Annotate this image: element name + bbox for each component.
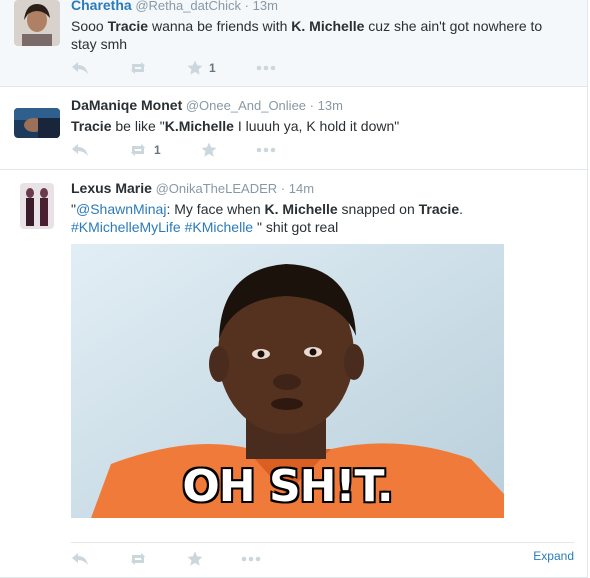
highlight-term: K.Michelle xyxy=(164,118,234,134)
tweet-header: Charetha @Retha_datChick · 13m xyxy=(71,0,278,13)
highlight-term: K. Michelle xyxy=(291,18,365,34)
timestamp[interactable]: 13m xyxy=(318,98,343,113)
tweet-text: Tracie be like "K.Michelle I luuuh ya, K… xyxy=(71,118,400,134)
more-icon[interactable] xyxy=(256,59,276,77)
tweet-header: DaManiqe Monet @Onee_And_Onliee · 13m xyxy=(71,97,343,113)
reply-icon[interactable] xyxy=(71,550,89,568)
avatar[interactable] xyxy=(14,0,60,46)
retweet-icon[interactable]: 1 xyxy=(128,141,161,159)
more-icon[interactable] xyxy=(241,550,261,568)
divider xyxy=(71,542,574,543)
tweet-text: Sooo Tracie wanna be friends with K. Mic… xyxy=(71,18,543,52)
tweet-header: Lexus Marie @OnikaTheLEADER · 14m xyxy=(71,180,314,196)
star-icon[interactable] xyxy=(201,141,223,159)
reply-icon[interactable] xyxy=(71,141,89,159)
timestamp[interactable]: 14m xyxy=(289,181,314,196)
user-name[interactable]: DaManiqe Monet xyxy=(71,97,182,113)
timestamp[interactable]: 13m xyxy=(253,0,278,13)
user-handle[interactable]: @OnikaTheLEADER xyxy=(156,181,278,196)
user-handle[interactable]: @Onee_And_Onliee xyxy=(186,98,306,113)
photo-caption: OH SH!T. xyxy=(182,461,393,512)
highlight-term: Tracie xyxy=(71,118,112,134)
tweet[interactable]: Lexus Marie @OnikaTheLEADER · 14m "@Shaw… xyxy=(0,170,588,578)
tweet-photo[interactable]: OH SH!T. xyxy=(71,244,504,518)
avatar[interactable] xyxy=(14,108,60,138)
hashtag-link[interactable]: #KMichelle xyxy=(185,219,253,235)
highlight-term: Tracie xyxy=(418,201,460,217)
hashtag-link[interactable]: #KMichelleMyLife xyxy=(71,219,181,235)
tweet-text: "@ShawnMinaj: My face when K. Michelle s… xyxy=(71,201,463,235)
highlight-term: Tracie xyxy=(107,18,149,34)
more-icon[interactable] xyxy=(256,141,276,159)
retweet-icon[interactable] xyxy=(128,59,154,77)
mention-link[interactable]: @ShawnMinaj xyxy=(76,201,166,217)
user-name[interactable]: Lexus Marie xyxy=(71,180,152,196)
expand-link[interactable]: Expand xyxy=(533,549,574,563)
user-handle[interactable]: @Retha_datChick xyxy=(135,0,241,13)
star-icon[interactable]: 1 xyxy=(187,59,216,77)
tweet[interactable]: DaManiqe Monet @Onee_And_Onliee · 13m Tr… xyxy=(0,87,588,170)
highlight-term: K. Michelle xyxy=(264,201,338,217)
star-icon[interactable] xyxy=(187,550,209,568)
retweet-count: 1 xyxy=(154,143,161,157)
tweet[interactable]: Charetha @Retha_datChick · 13m Sooo Trac… xyxy=(0,0,588,87)
separator: · xyxy=(280,181,286,196)
separator: · xyxy=(309,98,314,113)
retweet-icon[interactable] xyxy=(128,550,154,568)
reply-icon[interactable] xyxy=(71,59,89,77)
separator: · xyxy=(244,0,249,13)
favorite-count: 1 xyxy=(209,61,216,75)
avatar[interactable] xyxy=(20,183,54,229)
user-name[interactable]: Charetha xyxy=(71,0,132,13)
